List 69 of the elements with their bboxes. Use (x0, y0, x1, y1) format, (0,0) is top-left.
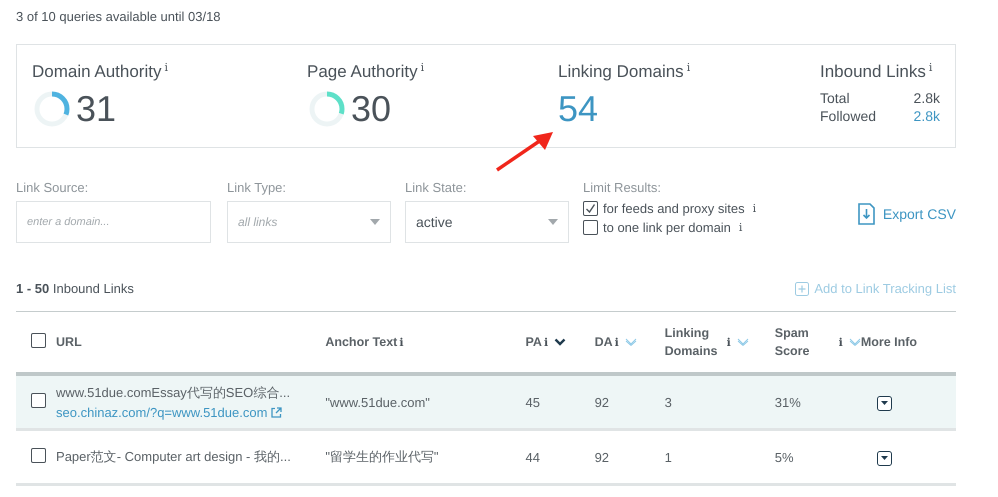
checkbox[interactable] (583, 220, 598, 235)
filter-label: Link State: (405, 180, 468, 195)
metric-value: 30 (351, 88, 392, 130)
column-header: More Info (860, 334, 918, 351)
page-title: Paper范文- Computer art design - 我的... (56, 448, 292, 466)
option-label: for feeds and proxy sites (603, 201, 745, 216)
column-header[interactable]: Linking Domains (664, 324, 725, 360)
caret-icon (370, 219, 380, 225)
linking-domains-value: 1 (664, 450, 672, 464)
breakdown-value: 2.8k (912, 90, 940, 106)
quota-text: 3 of 10 queries available until 03/18 (16, 9, 221, 24)
caret-icon (880, 456, 888, 460)
info-icon[interactable]: i (752, 202, 756, 215)
info-icon[interactable]: i (928, 61, 932, 74)
plus-icon (795, 282, 810, 296)
metric-value: 31 (76, 88, 116, 130)
anchor-text: "留学生的作业代写" (325, 449, 439, 464)
column-header[interactable]: DA (594, 333, 613, 351)
gauge-ring (307, 89, 347, 130)
info-icon[interactable]: i (614, 336, 619, 348)
column-header: Anchor Text (325, 334, 398, 351)
spam-score-value: 5% (774, 450, 794, 464)
domain-input-field[interactable]: enter a domain... (16, 201, 211, 243)
sort-chevron-icon[interactable] (554, 338, 566, 346)
info-icon[interactable]: i (726, 336, 731, 348)
breakdown-label: Total (820, 90, 851, 106)
checkbox[interactable] (31, 393, 46, 408)
anchor-text: "www.51due.com" (325, 394, 430, 410)
dropdown[interactable]: active (405, 201, 569, 243)
breakdown-label: Followed (820, 108, 878, 124)
da-value: 92 (594, 394, 610, 410)
column-header: URL (56, 334, 82, 351)
more-info-button[interactable] (876, 450, 892, 466)
gauge-ring (32, 89, 72, 130)
info-icon[interactable]: i (399, 336, 404, 348)
option-label: to one link per domain (603, 220, 731, 235)
spam-score-value: 31% (774, 394, 801, 410)
info-icon[interactable]: i (738, 221, 742, 234)
file-download-icon (858, 203, 875, 225)
more-info-button[interactable] (876, 396, 892, 411)
table-row[interactable]: www.51due.comEssay代写的SEO综合... seo.chinaz.com/?q=www.51due.com "www.51due.com" 45 92 3 31% (16, 374, 956, 430)
table-row[interactable]: Paper范文- Computer art design - 我的... "留学生的作业代写" 44 92 1 5% (16, 430, 956, 484)
caret-icon (548, 219, 558, 225)
metric-label: Linking Domains (558, 62, 684, 82)
annotation-arrow (495, 130, 555, 172)
column-header[interactable]: PA (526, 333, 542, 351)
external-link-icon (271, 407, 282, 418)
info-icon[interactable]: i (420, 61, 424, 74)
pa-value: 44 (526, 450, 540, 464)
checkbox[interactable] (31, 333, 46, 348)
filter-label: Link Source: (16, 180, 90, 195)
column-header[interactable]: Spam Score (774, 324, 837, 360)
info-icon[interactable]: i (686, 61, 690, 74)
linking-domains-value: 3 (664, 394, 672, 410)
caret-icon (880, 401, 888, 406)
metric-label: Page Authority (307, 62, 418, 82)
checkbox[interactable] (583, 201, 598, 216)
info-icon[interactable]: i (164, 61, 168, 74)
metric-label: Inbound Links (820, 62, 926, 82)
filter-label: Link Type: (227, 180, 288, 195)
pa-value: 45 (526, 394, 540, 410)
info-icon[interactable]: i (544, 336, 548, 348)
results-count: 1 - 50 Inbound Links (16, 281, 134, 296)
page-title: www.51due.comEssay代写的SEO综合... (56, 384, 292, 402)
da-value: 92 (594, 450, 610, 464)
filter-label: Limit Results: (583, 180, 662, 195)
metric-label: Domain Authority (32, 62, 162, 82)
checkbox[interactable] (31, 448, 46, 463)
info-icon[interactable]: i (838, 336, 843, 348)
